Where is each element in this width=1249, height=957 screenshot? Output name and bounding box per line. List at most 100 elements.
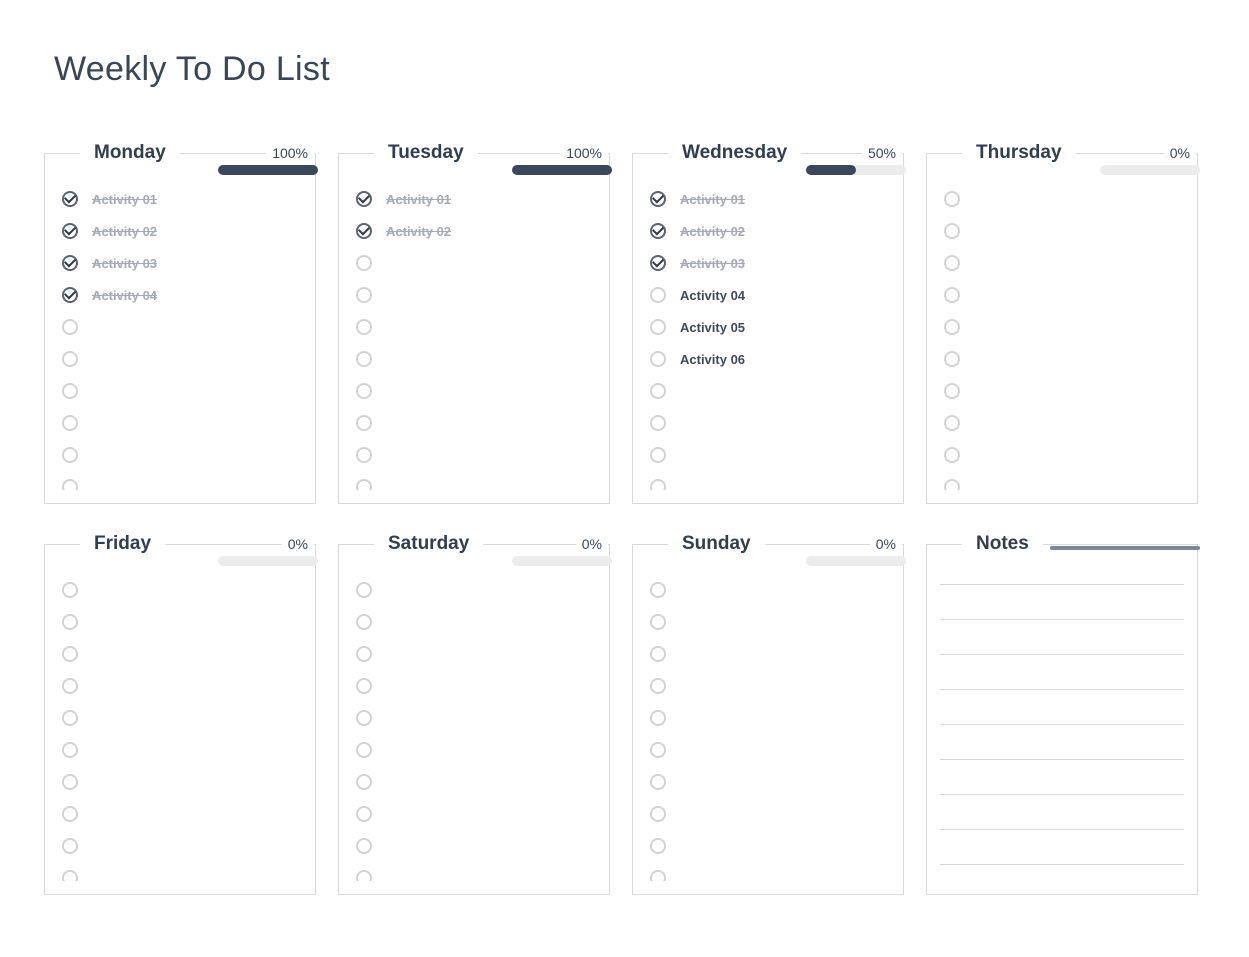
notes-line[interactable] <box>940 584 1184 620</box>
task-checkbox[interactable] <box>650 710 666 726</box>
task-checkbox[interactable] <box>356 774 372 790</box>
task-checkbox[interactable] <box>62 383 78 399</box>
task-checkbox[interactable] <box>356 582 372 598</box>
task-checkbox[interactable] <box>356 287 372 303</box>
task-checkbox[interactable] <box>62 806 78 822</box>
task-list: Activity 01 Activity 02 Activity 03 Activit… <box>62 183 302 490</box>
task-checkbox[interactable] <box>356 479 372 490</box>
task-row <box>356 247 596 279</box>
task-row <box>356 343 596 375</box>
task-row <box>62 407 302 439</box>
task-checkbox[interactable] <box>650 255 666 271</box>
task-label[interactable]: Activity 04 <box>92 288 157 303</box>
task-checkbox[interactable] <box>62 415 78 431</box>
task-checkbox[interactable] <box>356 415 372 431</box>
day-title: Wednesday <box>668 142 801 164</box>
task-checkbox[interactable] <box>944 223 960 239</box>
task-label[interactable]: Activity 01 <box>680 192 745 207</box>
task-checkbox[interactable] <box>62 191 78 207</box>
notes-line[interactable] <box>940 795 1184 830</box>
task-checkbox[interactable] <box>650 415 666 431</box>
task-checkbox[interactable] <box>62 582 78 598</box>
task-row <box>62 734 302 766</box>
task-checkbox[interactable] <box>944 479 960 490</box>
task-checkbox[interactable] <box>650 383 666 399</box>
page-title: Weekly To Do List <box>54 50 1205 89</box>
task-checkbox[interactable] <box>650 806 666 822</box>
task-checkbox[interactable] <box>356 383 372 399</box>
task-checkbox[interactable] <box>944 415 960 431</box>
task-row: Activity 05 <box>650 311 890 343</box>
task-checkbox[interactable] <box>650 319 666 335</box>
task-checkbox[interactable] <box>62 774 78 790</box>
task-checkbox[interactable] <box>356 806 372 822</box>
task-checkbox[interactable] <box>944 351 960 367</box>
task-checkbox[interactable] <box>650 479 666 490</box>
task-label[interactable]: Activity 02 <box>92 224 157 239</box>
task-checkbox[interactable] <box>356 351 372 367</box>
task-checkbox[interactable] <box>62 223 78 239</box>
task-checkbox[interactable] <box>356 838 372 854</box>
task-checkbox[interactable] <box>62 710 78 726</box>
task-checkbox[interactable] <box>356 223 372 239</box>
task-checkbox[interactable] <box>356 742 372 758</box>
task-checkbox[interactable] <box>650 614 666 630</box>
task-checkbox[interactable] <box>356 255 372 271</box>
notes-line[interactable] <box>940 620 1184 655</box>
task-checkbox[interactable] <box>356 646 372 662</box>
task-checkbox[interactable] <box>944 191 960 207</box>
task-checkbox[interactable] <box>62 646 78 662</box>
notes-lines-area[interactable] <box>940 584 1184 881</box>
task-checkbox[interactable] <box>356 870 372 881</box>
task-checkbox[interactable] <box>62 614 78 630</box>
task-checkbox[interactable] <box>944 319 960 335</box>
task-checkbox[interactable] <box>650 223 666 239</box>
task-label[interactable]: Activity 02 <box>386 224 451 239</box>
task-label[interactable]: Activity 06 <box>680 352 745 367</box>
task-checkbox[interactable] <box>62 255 78 271</box>
task-checkbox[interactable] <box>944 447 960 463</box>
task-checkbox[interactable] <box>650 287 666 303</box>
task-checkbox[interactable] <box>62 319 78 335</box>
task-label[interactable]: Activity 01 <box>386 192 451 207</box>
task-checkbox[interactable] <box>62 838 78 854</box>
task-checkbox[interactable] <box>356 319 372 335</box>
task-checkbox[interactable] <box>62 742 78 758</box>
task-label[interactable]: Activity 03 <box>680 256 745 271</box>
task-label[interactable]: Activity 04 <box>680 288 745 303</box>
task-checkbox[interactable] <box>62 678 78 694</box>
task-checkbox[interactable] <box>356 447 372 463</box>
task-checkbox[interactable] <box>356 678 372 694</box>
task-checkbox[interactable] <box>944 383 960 399</box>
task-checkbox[interactable] <box>62 351 78 367</box>
task-checkbox[interactable] <box>650 646 666 662</box>
task-checkbox[interactable] <box>356 710 372 726</box>
notes-line[interactable] <box>940 725 1184 760</box>
task-checkbox[interactable] <box>62 447 78 463</box>
notes-line[interactable] <box>940 830 1184 865</box>
task-checkbox[interactable] <box>356 614 372 630</box>
task-checkbox[interactable] <box>62 870 78 881</box>
task-checkbox[interactable] <box>650 447 666 463</box>
task-checkbox[interactable] <box>62 287 78 303</box>
task-checkbox[interactable] <box>944 255 960 271</box>
task-checkbox[interactable] <box>650 582 666 598</box>
task-checkbox[interactable] <box>650 351 666 367</box>
task-checkbox[interactable] <box>356 191 372 207</box>
notes-line[interactable] <box>940 690 1184 725</box>
task-checkbox[interactable] <box>650 870 666 881</box>
task-checkbox[interactable] <box>650 191 666 207</box>
task-checkbox[interactable] <box>650 838 666 854</box>
task-checkbox[interactable] <box>650 678 666 694</box>
task-checkbox[interactable] <box>944 287 960 303</box>
task-checkbox[interactable] <box>650 742 666 758</box>
task-checkbox[interactable] <box>62 479 78 490</box>
notes-line[interactable] <box>940 655 1184 690</box>
task-checkbox[interactable] <box>650 774 666 790</box>
task-label[interactable]: Activity 02 <box>680 224 745 239</box>
task-label[interactable]: Activity 05 <box>680 320 745 335</box>
task-label[interactable]: Activity 03 <box>92 256 157 271</box>
task-row: Activity 04 <box>62 279 302 311</box>
task-label[interactable]: Activity 01 <box>92 192 157 207</box>
notes-line[interactable] <box>940 760 1184 795</box>
